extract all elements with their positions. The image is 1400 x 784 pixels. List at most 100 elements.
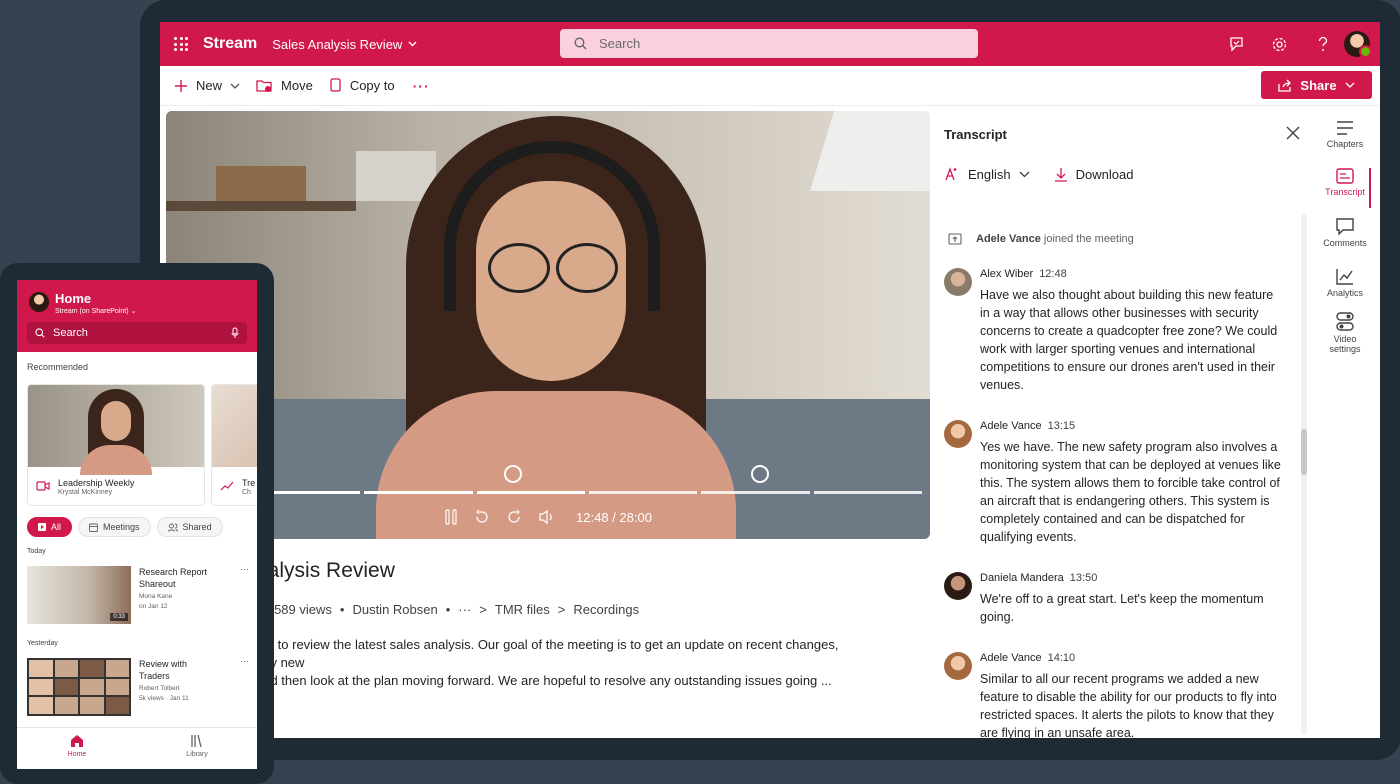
yesterday-heading: Yesterday [27, 640, 58, 647]
mobile-search-box[interactable]: Search [27, 322, 247, 344]
transcript-entry[interactable]: Alex Wiber 12:48 Have we also thought abo… [944, 268, 1284, 394]
rail-label: Video [1333, 334, 1357, 344]
list-item[interactable]: 0:33 Research Report Shareout Mona Kane … [27, 564, 249, 626]
volume-icon[interactable] [538, 509, 556, 525]
rail-label: Comments [1323, 238, 1367, 248]
copy-to-label: Copy to [349, 78, 395, 93]
filter-meetings[interactable]: Meetings [78, 517, 151, 537]
scrollbar-thumb[interactable] [1301, 429, 1307, 475]
move-button[interactable]: Move [256, 78, 313, 93]
item-date: on Jan 12 [139, 603, 168, 610]
share-label: Share [1300, 77, 1337, 93]
filter-label: Meetings [103, 522, 140, 532]
progress-bar[interactable] [252, 491, 922, 494]
item-thumbnail: 0:33 [27, 566, 131, 624]
app-launcher-icon[interactable] [174, 37, 188, 51]
join-text: joined the meeting [1043, 233, 1134, 245]
mobile-bottom-nav: Home Library [17, 727, 257, 769]
entry-time: 13:50 [1069, 572, 1098, 584]
breadcrumb-more[interactable]: ··· [458, 602, 471, 617]
rail-chapters[interactable]: Chapters [1310, 120, 1380, 149]
forward-10-icon[interactable] [506, 509, 522, 525]
language-dropdown[interactable]: English [944, 166, 1030, 182]
more-commands-button[interactable]: ··· [413, 78, 430, 94]
recommended-card[interactable]: Leadership Weekly Krystal McKinney [27, 384, 205, 506]
settings-gear-icon[interactable] [1258, 22, 1301, 66]
video-player[interactable]: 12:48 / 28:00 [166, 111, 930, 539]
entry-time: 13:15 [1047, 420, 1076, 432]
video-scene-shelf [166, 201, 356, 211]
rail-comments[interactable]: Comments [1310, 218, 1380, 248]
speaker-name: Adele Vance [980, 652, 1042, 664]
search-placeholder: Search [599, 36, 641, 51]
share-button[interactable]: Share [1261, 71, 1372, 99]
chapters-icon [1337, 121, 1353, 135]
microphone-icon[interactable] [231, 327, 239, 338]
move-label: Move [281, 78, 313, 93]
download-button[interactable]: Download [1054, 167, 1133, 182]
breadcrumb-recordings[interactable]: Recordings [573, 602, 639, 617]
rail-analytics[interactable]: Analytics [1310, 268, 1380, 298]
recommended-card[interactable]: Tre Ch [211, 384, 257, 506]
item-meta: 5k views · Jan 11 [139, 695, 189, 702]
rail-transcript[interactable]: Transcript [1310, 168, 1380, 208]
card-thumbnail [212, 385, 257, 467]
feedback-icon[interactable] [1215, 22, 1258, 66]
close-icon[interactable] [1286, 124, 1300, 145]
mobile-site-switcher[interactable]: Stream (on SharePoint) ⌄ [55, 307, 136, 315]
mobile-title: Home [55, 291, 92, 306]
mobile-user-avatar[interactable] [29, 292, 49, 312]
filter-shared[interactable]: Shared [156, 517, 223, 537]
breadcrumb-separator: > [557, 602, 566, 617]
calendar-icon [89, 523, 98, 532]
breadcrumb-tmr-files[interactable]: TMR files [495, 602, 550, 617]
item-author: Robert Tolbert [139, 685, 180, 692]
chevron-down-icon [1019, 171, 1030, 177]
user-avatar[interactable] [1344, 31, 1372, 58]
item-thumbnail [27, 658, 131, 716]
playback-time: 12:48 / 28:00 [576, 509, 652, 525]
more-options-icon[interactable]: ··· [240, 656, 249, 666]
mobile-header: Home Stream (on SharePoint) ⌄ Search [17, 280, 257, 352]
rail-video-settings[interactable]: Video settings [1310, 312, 1380, 354]
search-icon [35, 328, 45, 338]
speaker-avatar [944, 420, 972, 448]
progress-segment [701, 491, 810, 494]
document-title-dropdown[interactable]: Sales Analysis Review [272, 37, 417, 52]
filter-all[interactable]: All [27, 517, 73, 537]
transcript-scrollbar[interactable] [1301, 214, 1307, 734]
copy-to-button[interactable]: Copy to [329, 78, 395, 93]
nav-home[interactable]: Home [47, 734, 107, 758]
transcript-entry[interactable]: Adele Vance 14:10 Similar to all our rece… [944, 652, 1284, 738]
speaker-marker-icon[interactable] [504, 465, 522, 483]
more-options-icon[interactable]: ··· [240, 564, 249, 574]
transcript-entry[interactable]: Daniela Mandera 13:50 We're off to a grea… [944, 572, 1284, 626]
video-settings-icon [1336, 312, 1354, 331]
description-line: and then look at the plan moving forward… [256, 673, 832, 688]
play-icon [38, 523, 46, 531]
speaker-marker-icon[interactable] [751, 465, 769, 483]
new-button[interactable]: New [174, 78, 240, 93]
card-title: Tre [242, 478, 256, 488]
nav-library[interactable]: Library [167, 734, 227, 758]
speaker-avatar [944, 572, 972, 600]
join-icon [948, 233, 962, 245]
entry-time: 12:48 [1039, 268, 1067, 280]
app-name[interactable]: Stream [203, 35, 257, 53]
filter-label: All [51, 522, 62, 532]
mobile-search-placeholder: Search [53, 327, 88, 339]
rail-label: settings [1329, 344, 1361, 354]
separator-dot: • [445, 602, 451, 617]
join-event: Adele Vance joined the meeting [948, 233, 1134, 245]
people-icon [167, 523, 178, 532]
breadcrumb-separator: > [479, 602, 487, 617]
help-icon[interactable] [1301, 22, 1344, 66]
pause-icon[interactable] [444, 509, 458, 525]
list-item[interactable]: Review with Traders Robert Tolbert 5k vi… [27, 656, 249, 718]
video-meta: 10,589 views • Dustin Robsen • ··· > TMR… [256, 602, 639, 617]
rewind-10-icon[interactable] [474, 509, 490, 525]
video-author[interactable]: Dustin Robsen [352, 602, 437, 617]
transcript-entry[interactable]: Adele Vance 13:15 Yes we have. The new sa… [944, 420, 1284, 546]
search-box[interactable]: Search [560, 29, 978, 58]
rail-label: Transcript [1325, 187, 1365, 197]
